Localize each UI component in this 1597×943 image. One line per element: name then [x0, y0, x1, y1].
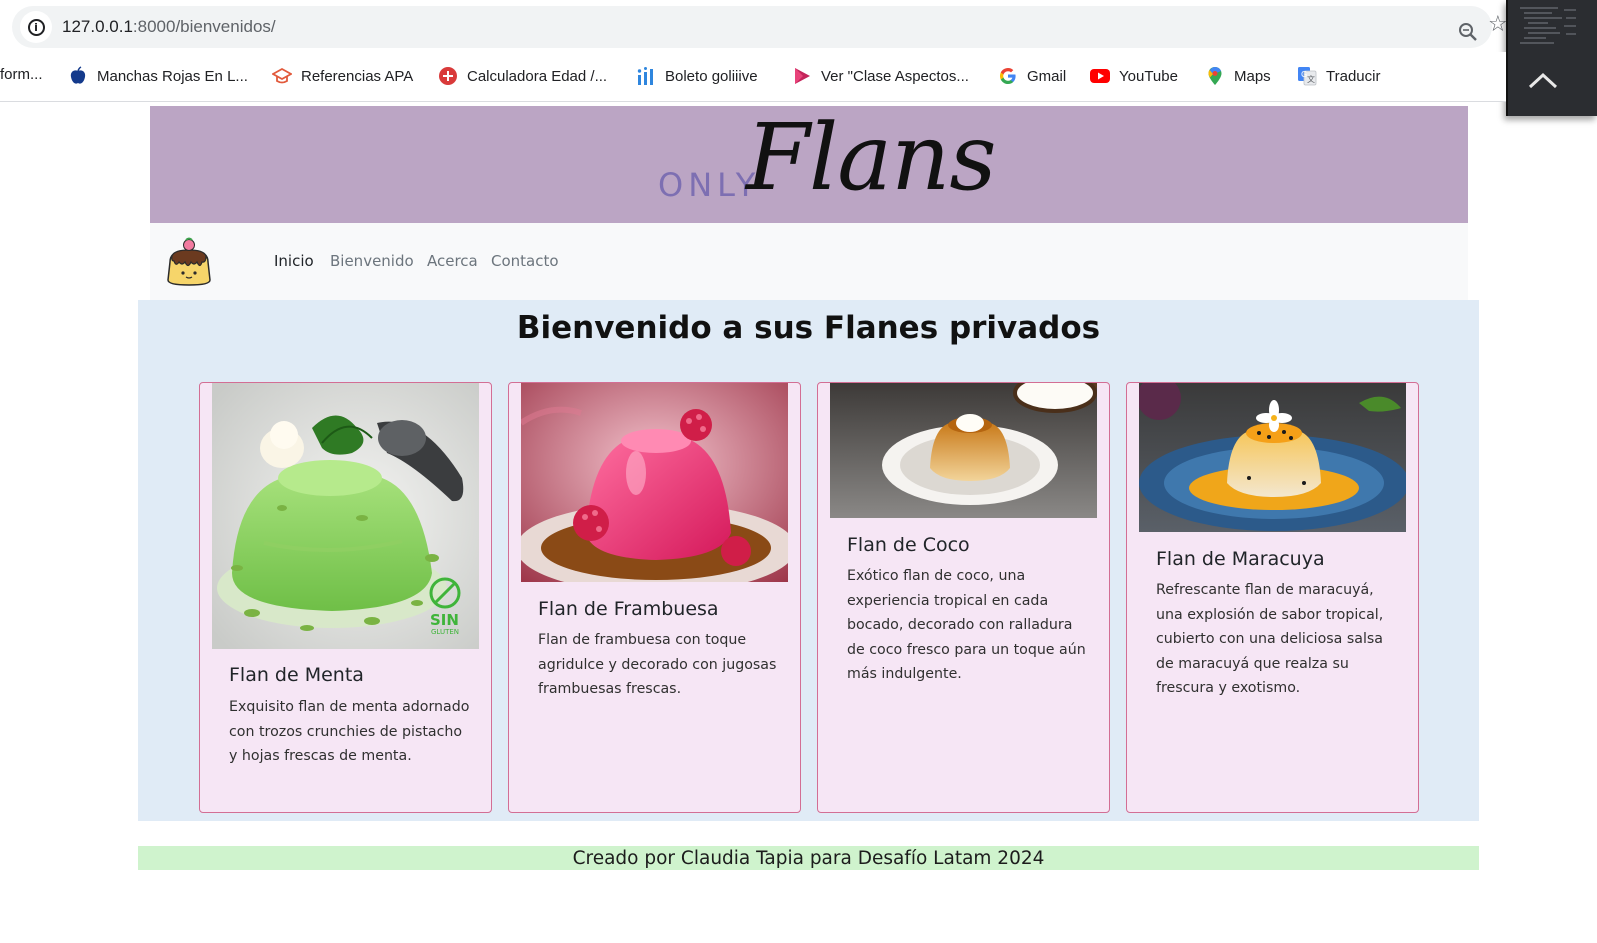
page-title: Bienvenido a sus Flanes privados [516, 310, 1101, 346]
card-image [521, 383, 788, 582]
card-image [830, 383, 1097, 518]
url-host: 127.0.0.1 [62, 17, 133, 36]
bookmark-label: Calculadora Edad /... [467, 67, 608, 85]
card-text: Flan de frambuesa con toque agridulce y … [538, 632, 777, 697]
passion-fruit-flan-image [1139, 383, 1406, 532]
flan-logo-icon[interactable] [164, 236, 214, 288]
bookmark-label: Traducir [1326, 67, 1381, 85]
bookmark-label: Referencias APA [301, 67, 414, 85]
product-card-maracuya[interactable]: Flan de Maracuya Refrescante flan de mar… [1126, 382, 1419, 813]
plus-circle-icon [439, 67, 457, 85]
bookmark-item[interactable]: Referencias APA [272, 66, 413, 86]
bookmark-item[interactable]: YouTube [1090, 66, 1178, 86]
bookmark-label: YouTube [1119, 67, 1178, 85]
nav-link-acerca[interactable]: Acerca [427, 252, 478, 270]
zoom-icon[interactable] [1458, 22, 1478, 42]
apple-icon [70, 66, 86, 84]
translate-icon: G 文 [1298, 67, 1317, 86]
code-preview-icon [1520, 7, 1576, 44]
site-info-icon[interactable]: i [20, 11, 52, 43]
product-card-coco[interactable]: Flan de Coco Exótico flan de coco, una e… [817, 382, 1110, 813]
logo-flans-text: Flans [746, 104, 997, 211]
bookmark-label: Maps [1234, 67, 1271, 85]
google-g-icon [1000, 68, 1016, 84]
card-title: Flan de Coco [847, 534, 970, 556]
bookmarks-bar: form... Manchas Rojas En L... Referencia… [0, 52, 1506, 102]
header-banner: ONLY Flans [150, 104, 1468, 223]
bookmark-label: form... [0, 66, 43, 83]
green-mint-flan-image: SIN GLUTEN [212, 383, 479, 649]
bookmark-item[interactable]: Calculadora Edad /... [438, 66, 607, 86]
bookmark-label: Gmail [1027, 67, 1067, 85]
bookmark-label: Manchas Rojas En L... [97, 67, 248, 85]
bookmark-item[interactable]: Boleto goliiive [636, 66, 758, 86]
address-bar[interactable]: i 127.0.0.1:8000/bienvenidos/ [12, 6, 1492, 48]
play-icon [795, 68, 810, 84]
card-text: Exquisito flan de menta adornado con tro… [229, 699, 470, 764]
url-text[interactable]: 127.0.0.1:8000/bienvenidos/ [62, 17, 276, 37]
product-card-menta[interactable]: SIN GLUTEN Flan de Menta Exquisito flan … [199, 382, 492, 813]
bookmark-item[interactable]: G 文 Traducir [1297, 66, 1380, 86]
bookmark-star-icon[interactable]: ☆ [1488, 14, 1508, 36]
card-title: Flan de Maracuya [1156, 548, 1325, 570]
coconut-flan-image [830, 383, 1097, 518]
floating-panel [1506, 0, 1597, 116]
youtube-icon [1090, 69, 1110, 83]
url-path: :8000/bienvenidos/ [132, 17, 276, 36]
bookmark-item[interactable]: Manchas Rojas En L... [68, 66, 248, 86]
navbar: Inicio Bienvenido Acerca Contacto [150, 223, 1468, 301]
nav-link-inicio[interactable]: Inicio [274, 252, 314, 270]
chevron-up-icon[interactable] [1526, 70, 1560, 90]
bookmark-item[interactable]: Maps [1205, 66, 1271, 86]
pink-raspberry-flan-image [521, 383, 788, 582]
badge-gluten-text: GLUTEN [431, 628, 459, 636]
bookmark-label: Ver "Clase Aspectos... [821, 67, 969, 85]
card-image: SIN GLUTEN [212, 383, 479, 649]
svg-text:文: 文 [1307, 74, 1315, 84]
logo-only-text: ONLY [658, 166, 761, 204]
card-image [1139, 383, 1406, 532]
bookmark-item[interactable]: Ver "Clase Aspectos... [792, 66, 969, 86]
map-pin-icon [1208, 67, 1222, 85]
footer: Creado por Claudia Tapia para Desafío La… [138, 846, 1479, 870]
site-logo[interactable]: ONLY Flans [150, 104, 1468, 223]
card-title: Flan de Menta [229, 664, 364, 686]
nav-link-contacto[interactable]: Contacto [491, 252, 559, 270]
nav-link-bienvenido[interactable]: Bienvenido [330, 252, 414, 270]
browser-toolbar: i 127.0.0.1:8000/bienvenidos/ ☆ [0, 0, 1597, 52]
card-text: Refrescante flan de maracuyá, una explos… [1156, 582, 1384, 696]
product-card-frambuesa[interactable]: Flan de Frambuesa Flan de frambuesa con … [508, 382, 801, 813]
card-title: Flan de Frambuesa [538, 598, 719, 620]
bars-icon [637, 67, 653, 85]
bookmark-label: Boleto goliiive [665, 67, 758, 85]
main-section: Bienvenido a sus Flanes privados SIN GLU… [138, 300, 1479, 821]
card-text: Exótico flan de coco, una experiencia tr… [847, 568, 1086, 682]
graduation-cap-icon [272, 67, 292, 84]
bookmark-item[interactable]: Gmail [998, 66, 1066, 86]
badge-sin-text: SIN [430, 611, 459, 629]
bookmark-item[interactable]: form... [0, 66, 43, 83]
